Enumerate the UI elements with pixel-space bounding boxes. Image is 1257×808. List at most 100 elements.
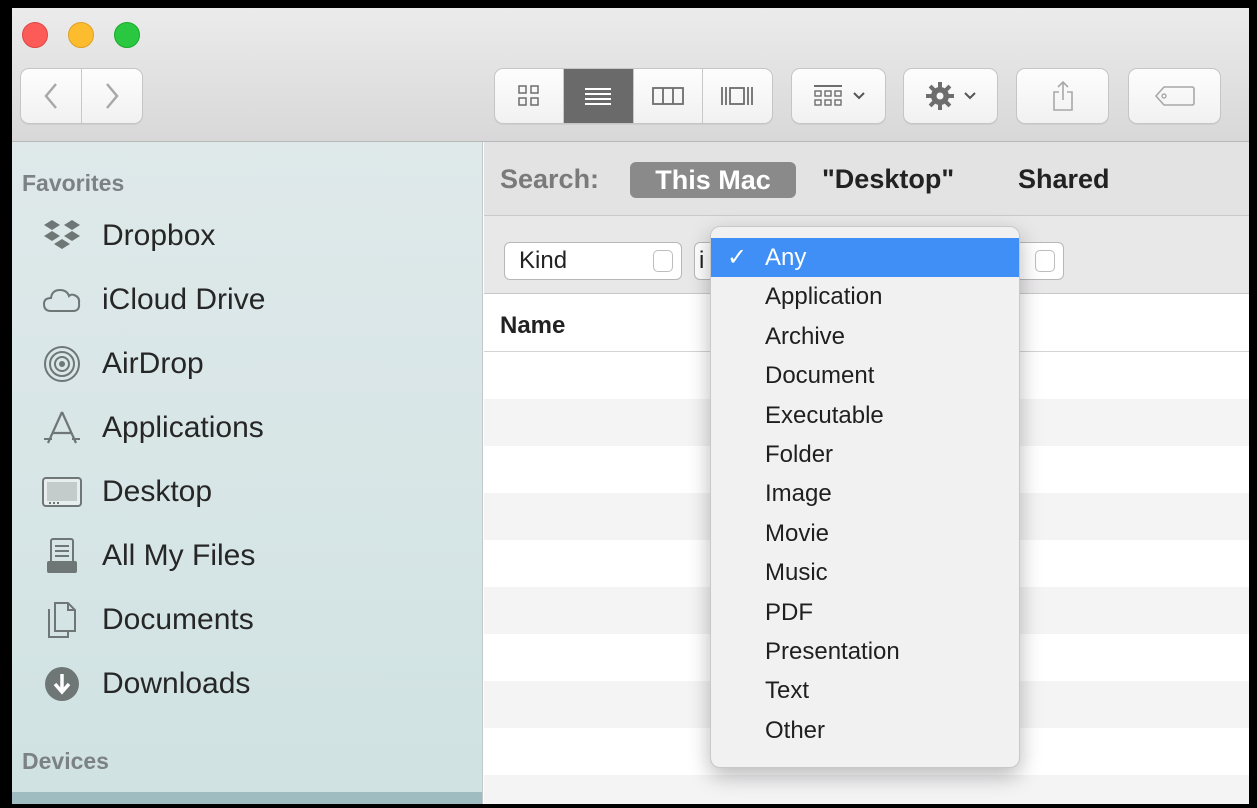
attribute-popup[interactable]: Kind: [504, 242, 682, 280]
menu-item-label: Presentation: [765, 637, 900, 665]
sidebar-item-label: Desktop: [102, 475, 213, 508]
action-button-content: [904, 69, 997, 123]
minimize-window-button[interactable]: [68, 22, 94, 48]
menu-item-document[interactable]: Document: [711, 356, 1019, 395]
downloads-icon: [40, 662, 84, 706]
menu-item-executable[interactable]: Executable: [711, 396, 1019, 435]
sidebar-item-label: Dropbox: [102, 219, 216, 252]
sidebar-item-downloads[interactable]: Downloads: [40, 662, 470, 706]
sidebar-item-label: All My Files: [102, 539, 256, 572]
cloud-icon: [40, 278, 84, 322]
tag-button-content: [1129, 69, 1220, 123]
menu-item-label: Movie: [765, 519, 830, 547]
sidebar-item-device-selected[interactable]: [12, 792, 482, 804]
cover-flow-icon: [721, 87, 754, 105]
icon-view-button[interactable]: [495, 69, 565, 123]
chevron-left-icon: [44, 83, 57, 109]
toolbar: [12, 8, 1249, 142]
sidebar: Favorites Dropbox iCloud Drive AirDrop A…: [12, 142, 483, 804]
scope-desktop-button[interactable]: "Desktop": [822, 164, 954, 195]
updown-arrows-icon: [1035, 250, 1055, 272]
search-scope-bar: Search: This Mac "Desktop" Shared: [484, 142, 1249, 216]
sidebar-item-icloud-drive[interactable]: iCloud Drive: [40, 278, 470, 322]
operator-text: i: [699, 247, 705, 274]
sidebar-item-dropbox[interactable]: Dropbox: [40, 214, 470, 258]
sidebar-item-label: AirDrop: [102, 347, 204, 380]
zoom-window-button[interactable]: [114, 22, 140, 48]
grid-icon: [518, 85, 539, 106]
scope-shared-button[interactable]: Shared: [1018, 164, 1110, 195]
menu-item-label: Text: [765, 677, 810, 705]
sidebar-item-applications[interactable]: Applications: [40, 406, 470, 450]
menu-item-label: Music: [765, 559, 828, 587]
share-icon: [1052, 80, 1073, 111]
attribute-popup-value: Kind: [519, 247, 568, 274]
airdrop-icon: [40, 342, 84, 386]
menu-item-label: PDF: [765, 598, 813, 626]
menu-item-movie[interactable]: Movie: [711, 514, 1019, 553]
menu-item-label: Image: [765, 480, 832, 508]
menu-item-any[interactable]: ✓ Any: [711, 238, 1019, 278]
updown-arrows-icon: [653, 250, 673, 272]
cover-flow-button[interactable]: [703, 69, 772, 123]
menu-item-folder[interactable]: Folder: [711, 435, 1019, 474]
dropbox-icon: [40, 214, 84, 258]
applications-icon: [40, 406, 84, 450]
arrange-icon: [813, 85, 842, 106]
share-button[interactable]: [1016, 68, 1109, 124]
favorites-header: Favorites: [22, 170, 125, 196]
menu-item-music[interactable]: Music: [711, 553, 1019, 592]
all-files-icon: [40, 534, 84, 578]
finder-window: Favorites Dropbox iCloud Drive AirDrop A…: [12, 8, 1249, 804]
devices-header: Devices: [22, 748, 109, 774]
sidebar-item-label: iCloud Drive: [102, 283, 266, 316]
action-button[interactable]: [903, 68, 998, 124]
menu-item-other[interactable]: Other: [711, 711, 1019, 750]
menu-item-pdf[interactable]: PDF: [711, 593, 1019, 632]
close-window-button[interactable]: [22, 22, 48, 48]
chevron-right-icon: [105, 83, 119, 109]
view-mode-group: [494, 68, 773, 124]
chevron-down-icon: [963, 92, 976, 100]
forward-button[interactable]: [82, 69, 143, 123]
chevron-down-icon: [852, 92, 865, 100]
menu-item-application[interactable]: Application: [711, 277, 1019, 316]
checkmark-icon: ✓: [727, 244, 748, 271]
share-button-content: [1017, 69, 1108, 123]
arrange-button-content: [792, 69, 885, 123]
sidebar-item-documents[interactable]: Documents: [40, 598, 470, 642]
arrange-button[interactable]: [791, 68, 886, 124]
menu-item-label: Other: [765, 716, 826, 744]
kind-dropdown-menu: ✓ Any Application Archive Document Execu…: [710, 226, 1020, 768]
list-view-button[interactable]: [564, 69, 634, 123]
sidebar-item-label: Documents: [102, 603, 254, 636]
list-icon: [585, 88, 612, 105]
sidebar-item-all-my-files[interactable]: All My Files: [40, 534, 470, 578]
menu-item-label: Application: [765, 283, 883, 311]
search-label: Search:: [500, 164, 600, 194]
columns-icon: [651, 87, 684, 105]
menu-item-label: Folder: [765, 440, 834, 468]
menu-item-label: Executable: [765, 401, 884, 429]
sidebar-item-label: Applications: [102, 411, 264, 444]
menu-item-archive[interactable]: Archive: [711, 317, 1019, 356]
menu-item-image[interactable]: Image: [711, 474, 1019, 513]
column-header-name[interactable]: Name: [500, 312, 565, 340]
sidebar-item-desktop[interactable]: Desktop: [40, 470, 470, 514]
documents-icon: [40, 598, 84, 642]
menu-item-label: Archive: [765, 322, 846, 350]
tag-icon: [1154, 86, 1195, 106]
sidebar-item-label: Downloads: [102, 667, 251, 700]
tag-button[interactable]: [1128, 68, 1221, 124]
gear-icon: [925, 82, 954, 110]
menu-item-label: Any: [765, 244, 807, 271]
menu-item-label: Document: [765, 362, 875, 390]
desktop-icon: [40, 470, 84, 514]
navigation-group: [20, 68, 143, 124]
back-button[interactable]: [21, 69, 82, 123]
column-view-button[interactable]: [634, 69, 703, 123]
scope-this-mac-button[interactable]: This Mac: [630, 162, 796, 198]
menu-item-presentation[interactable]: Presentation: [711, 632, 1019, 671]
menu-item-text[interactable]: Text: [711, 671, 1019, 710]
sidebar-item-airdrop[interactable]: AirDrop: [40, 342, 470, 386]
